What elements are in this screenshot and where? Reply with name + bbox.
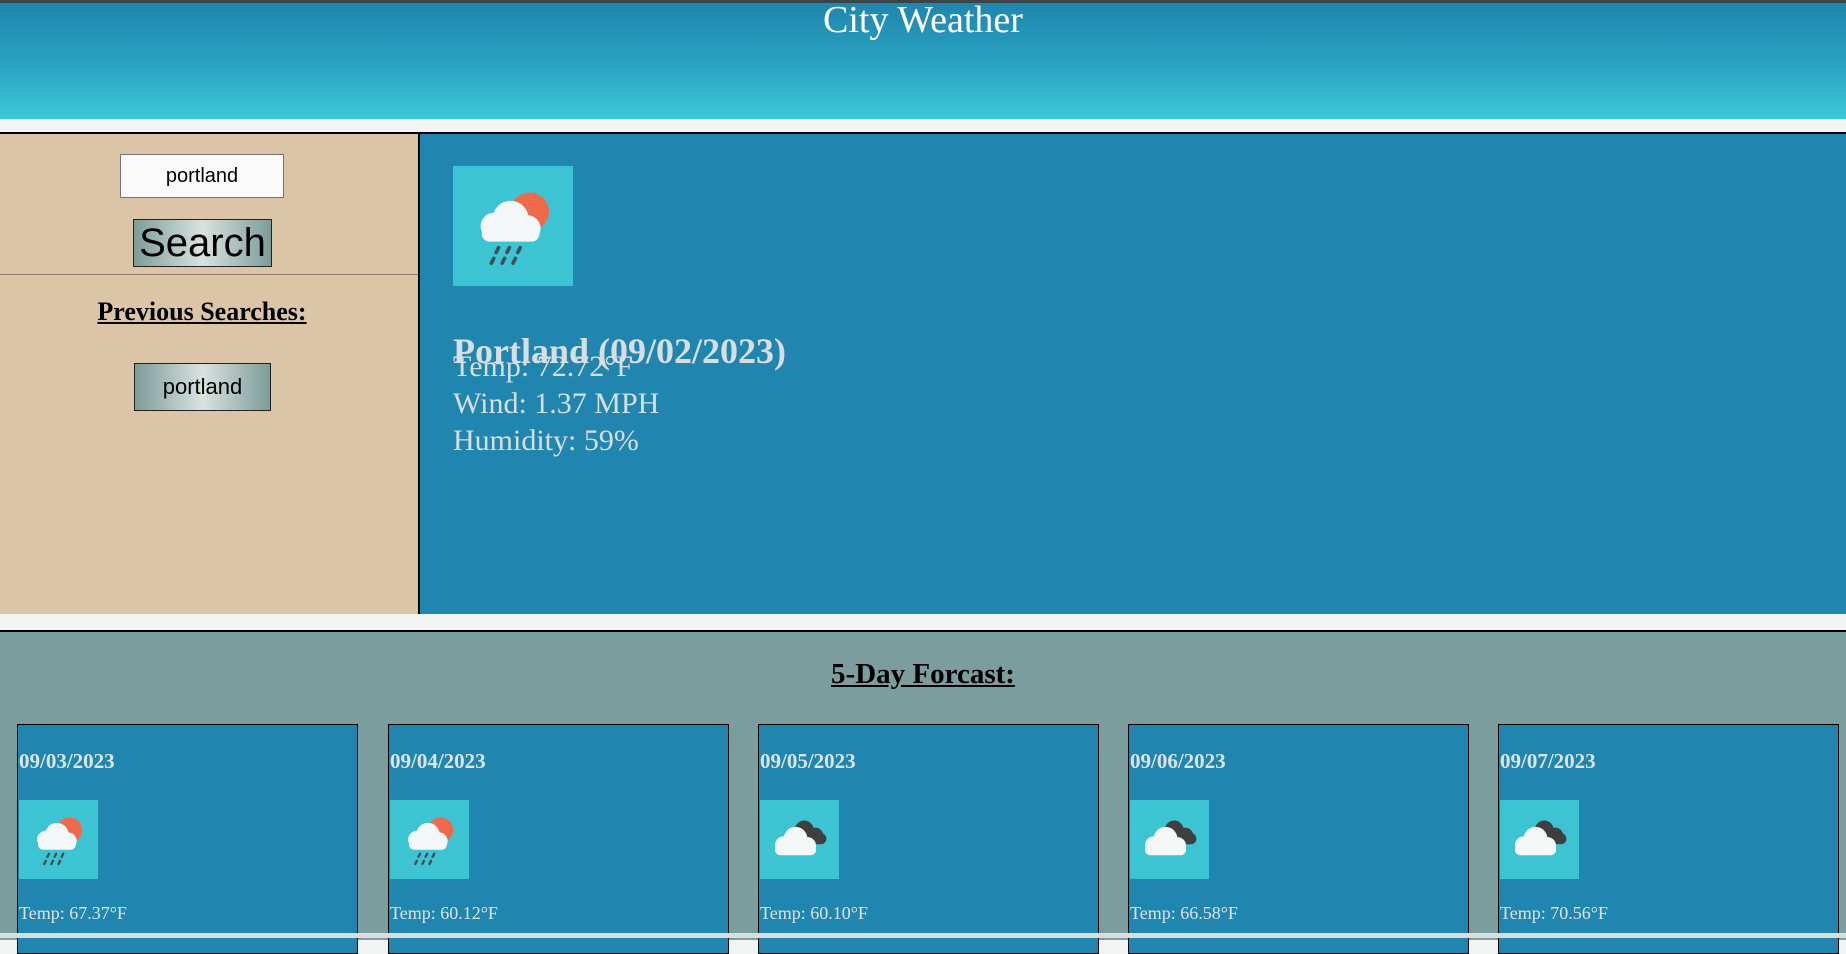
forecast-card: 09/03/2023 Temp: 67.37°F (17, 724, 358, 954)
forecast-date: 09/06/2023 (1130, 749, 1226, 773)
current-wind: Wind: 1.37 MPH (453, 387, 660, 420)
forecast-temp: Temp: 60.12°F (390, 903, 498, 923)
current-temp: Temp: 72.72°F (453, 350, 633, 383)
cloudy-icon (1130, 800, 1209, 879)
forecast-date: 09/03/2023 (19, 749, 115, 773)
page-title: City Weather (823, 0, 1023, 41)
current-humidity: Humidity: 59% (453, 424, 639, 457)
previous-searches-heading: Previous Searches: (97, 297, 307, 326)
forecast-heading: 5-Day Forcast: (831, 658, 1015, 690)
forecast-temp: Temp: 67.37°F (19, 903, 127, 923)
cloudy-icon (760, 800, 839, 879)
current-weather-panel: Portland (09/02/2023) Temp: 72.72°F Wind… (420, 132, 1846, 614)
page-header: City Weather (0, 0, 1846, 119)
forecast-date: 09/04/2023 (390, 749, 486, 773)
rain-sun-icon (453, 166, 573, 286)
cloudy-icon (1500, 800, 1579, 879)
forecast-card: 09/06/2023 Temp: 66.58°F (1128, 724, 1469, 954)
bottom-border (0, 933, 1846, 938)
city-search-input[interactable] (120, 154, 284, 198)
forecast-temp: Temp: 60.10°F (760, 903, 868, 923)
forecast-section: 5-Day Forcast: 09/03/2023 Temp: 67.37°F … (0, 630, 1846, 954)
forecast-date: 09/05/2023 (760, 749, 856, 773)
forecast-date: 09/07/2023 (1500, 749, 1596, 773)
sidebar-divider (0, 274, 418, 275)
sidebar: Search Previous Searches: portland (0, 132, 420, 614)
search-button[interactable]: Search (133, 219, 272, 267)
previous-search-button[interactable]: portland (134, 363, 271, 411)
rain-sun-icon (19, 800, 98, 879)
forecast-card: 09/07/2023 Temp: 70.56°F (1498, 724, 1839, 954)
forecast-temp: Temp: 66.58°F (1130, 903, 1238, 923)
rain-sun-icon (390, 800, 469, 879)
forecast-card: 09/04/2023 Temp: 60.12°F (388, 724, 729, 954)
forecast-temp: Temp: 70.56°F (1500, 903, 1608, 923)
forecast-card: 09/05/2023 Temp: 60.10°F (758, 724, 1099, 954)
